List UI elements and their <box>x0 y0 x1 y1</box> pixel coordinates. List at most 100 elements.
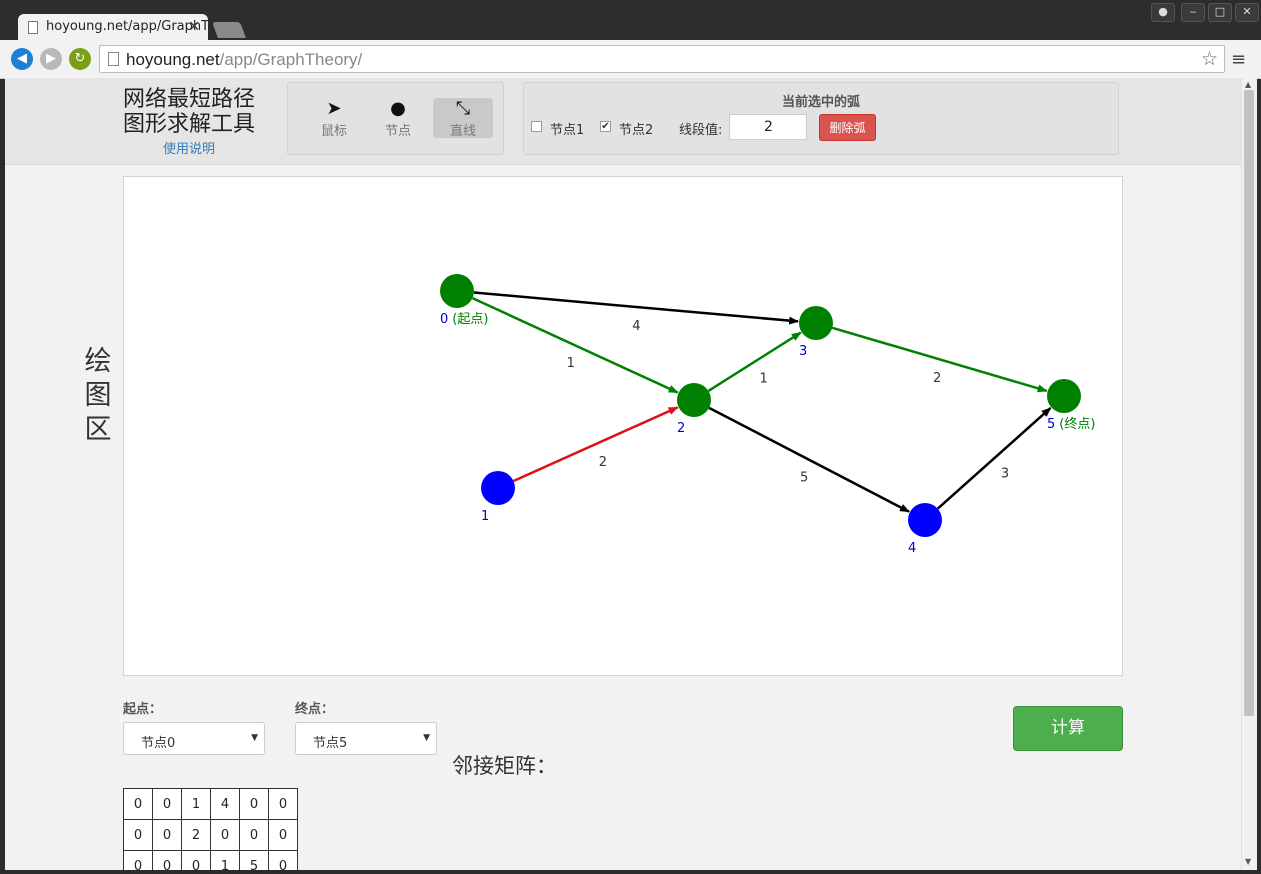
node2-label: 节点2 <box>619 123 654 138</box>
edge-weight-label: 2 <box>933 371 941 386</box>
browser-tab[interactable]: hoyoung.net/app/GraphTheory/ ✕ <box>18 14 208 42</box>
bookmark-star-icon[interactable]: ☆ <box>1201 48 1218 71</box>
caret-down-icon: ▼ <box>251 733 258 743</box>
matrix-cell: 1 <box>181 788 211 820</box>
graph-edge-0-2[interactable] <box>471 296 679 394</box>
mouse-tool-button[interactable]: ➤ 鼠标 <box>304 98 364 139</box>
graph-node-0[interactable] <box>440 274 474 308</box>
matrix-cell: 0 <box>152 850 182 870</box>
app-title-line2: 图形求解工具 <box>123 112 256 137</box>
graph-edge-0-3[interactable] <box>473 291 800 325</box>
app-title-line1: 网络最短路径 <box>123 87 256 112</box>
address-bar[interactable]: hoyoung.net/app/GraphTheory/ ☆ <box>99 45 1225 73</box>
graph-edge-4-5[interactable] <box>936 407 1052 510</box>
side-label-char: 图 <box>84 380 112 411</box>
page-icon <box>28 21 38 34</box>
page-content: 网络最短路径 图形求解工具 使用说明 ➤ 鼠标 ● 节点 ⤡ 直线 当前选中的弧… <box>5 78 1241 870</box>
caret-down-icon: ▼ <box>423 733 430 743</box>
node-label: 0 (起点) <box>440 312 488 327</box>
edge-weight-label: 4 <box>632 319 640 334</box>
browser-titlebar: hoyoung.net/app/GraphTheory/ ✕ ● ‒ □ ✕ <box>0 0 1261 42</box>
node-tool-button[interactable]: ● 节点 <box>368 98 428 139</box>
matrix-title: 邻接矩阵： <box>452 754 557 778</box>
start-select-value: 节点0 <box>141 736 176 751</box>
matrix-cell: 0 <box>152 819 182 851</box>
end-select[interactable]: 节点5 ▼ <box>295 722 437 755</box>
end-label: 终点： <box>295 702 335 717</box>
matrix-cell: 0 <box>210 819 240 851</box>
node1-checkbox[interactable] <box>531 121 542 132</box>
node-label: 5 (终点) <box>1047 416 1095 432</box>
reload-icon[interactable]: ↻ <box>69 48 91 70</box>
close-tab-icon[interactable]: ✕ <box>188 19 200 35</box>
adjacency-matrix: 001400002000000150 <box>123 788 298 870</box>
back-arrow-icon[interactable]: ◀ <box>11 48 33 70</box>
matrix-cell: 0 <box>123 819 153 851</box>
drawing-area-label: 绘 图 区 <box>83 345 113 447</box>
matrix-row: 002000 <box>123 819 298 851</box>
url-path: /app/GraphTheory/ <box>219 50 363 69</box>
node-label: 1 <box>481 509 489 524</box>
delete-arc-button[interactable]: 删除弧 <box>819 114 876 141</box>
matrix-cell: 0 <box>268 850 298 870</box>
node1-label: 节点1 <box>550 123 585 138</box>
line-tool-button[interactable]: ⤡ 直线 <box>433 98 493 139</box>
browser-toolbar: ◀ ▶ ↻ hoyoung.net/app/GraphTheory/ ☆ ≡ <box>0 40 1261 79</box>
end-select-value: 节点5 <box>313 736 348 751</box>
matrix-row: 001400 <box>123 788 298 820</box>
graph-edge-1-2[interactable] <box>512 406 679 483</box>
new-tab-button[interactable] <box>212 22 246 38</box>
weight-label: 线段值: <box>679 123 723 138</box>
graph-node-2[interactable] <box>677 383 711 417</box>
node-label: 2 <box>677 421 685 436</box>
minimize-button[interactable]: ‒ <box>1181 3 1205 22</box>
matrix-cell: 0 <box>123 788 153 820</box>
edge-weight-label: 1 <box>759 371 767 386</box>
matrix-cell: 0 <box>268 788 298 820</box>
graph-node-1[interactable] <box>481 471 515 505</box>
menu-icon[interactable]: ≡ <box>1231 49 1246 70</box>
matrix-cell: 0 <box>268 819 298 851</box>
graph-node-5[interactable] <box>1047 379 1081 413</box>
tool-palette: ➤ 鼠标 ● 节点 ⤡ 直线 <box>287 82 504 155</box>
app-title: 网络最短路径 图形求解工具 <box>123 87 273 137</box>
graph-node-3[interactable] <box>799 306 833 340</box>
node2-checkbox[interactable]: ✔ <box>600 121 611 132</box>
start-select[interactable]: 节点0 ▼ <box>123 722 265 755</box>
edge-weight-label: 3 <box>1001 466 1009 481</box>
scroll-up-icon[interactable]: ▲ <box>1245 80 1251 89</box>
scroll-down-icon[interactable]: ▼ <box>1245 857 1251 866</box>
circle-icon: ● <box>390 98 406 119</box>
matrix-cell: 0 <box>123 850 153 870</box>
cursor-icon: ➤ <box>326 98 342 119</box>
matrix-cell: 0 <box>152 788 182 820</box>
maximize-button[interactable]: □ <box>1208 3 1232 22</box>
compute-button[interactable]: 计算 <box>1013 706 1123 751</box>
weight-input[interactable]: 2 <box>729 114 807 140</box>
graph-svg[interactable]: 1 4 2 1 5 2 3 0 (起点) 1 2 3 4 5 (终点) <box>124 177 1124 677</box>
app-topbar: 网络最短路径 图形求解工具 使用说明 ➤ 鼠标 ● 节点 ⤡ 直线 当前选中的弧… <box>5 78 1241 165</box>
forward-arrow-icon[interactable]: ▶ <box>40 48 62 70</box>
url-host: hoyoung.net <box>126 50 220 69</box>
edge-weight-label: 1 <box>567 356 575 371</box>
node-tool-label: 节点 <box>384 124 411 139</box>
tab-title: hoyoung.net/app/GraphTheory/ <box>46 19 208 34</box>
page-icon <box>108 52 119 66</box>
graph-node-4[interactable] <box>908 503 942 537</box>
user-icon[interactable]: ● <box>1151 3 1175 22</box>
node-label: 4 <box>908 541 916 556</box>
matrix-cell: 0 <box>239 819 269 851</box>
graph-edge-2-4[interactable] <box>708 406 910 513</box>
close-window-button[interactable]: ✕ <box>1235 3 1259 22</box>
matrix-cell: 0 <box>239 788 269 820</box>
mouse-tool-label: 鼠标 <box>320 124 347 139</box>
scrollbar-thumb[interactable] <box>1244 90 1254 716</box>
line-tool-label: 直线 <box>449 124 476 139</box>
graph-edge-2-3[interactable] <box>707 331 802 392</box>
drawing-canvas[interactable]: 1 4 2 1 5 2 3 0 (起点) 1 2 3 4 5 (终点) <box>123 176 1123 676</box>
edge-weight-label: 5 <box>800 470 808 485</box>
side-label-char: 区 <box>84 414 112 445</box>
vertical-scrollbar[interactable]: ▲ ▼ <box>1241 78 1257 870</box>
help-link[interactable]: 使用说明 <box>163 138 215 157</box>
matrix-row: 000150 <box>123 850 298 870</box>
